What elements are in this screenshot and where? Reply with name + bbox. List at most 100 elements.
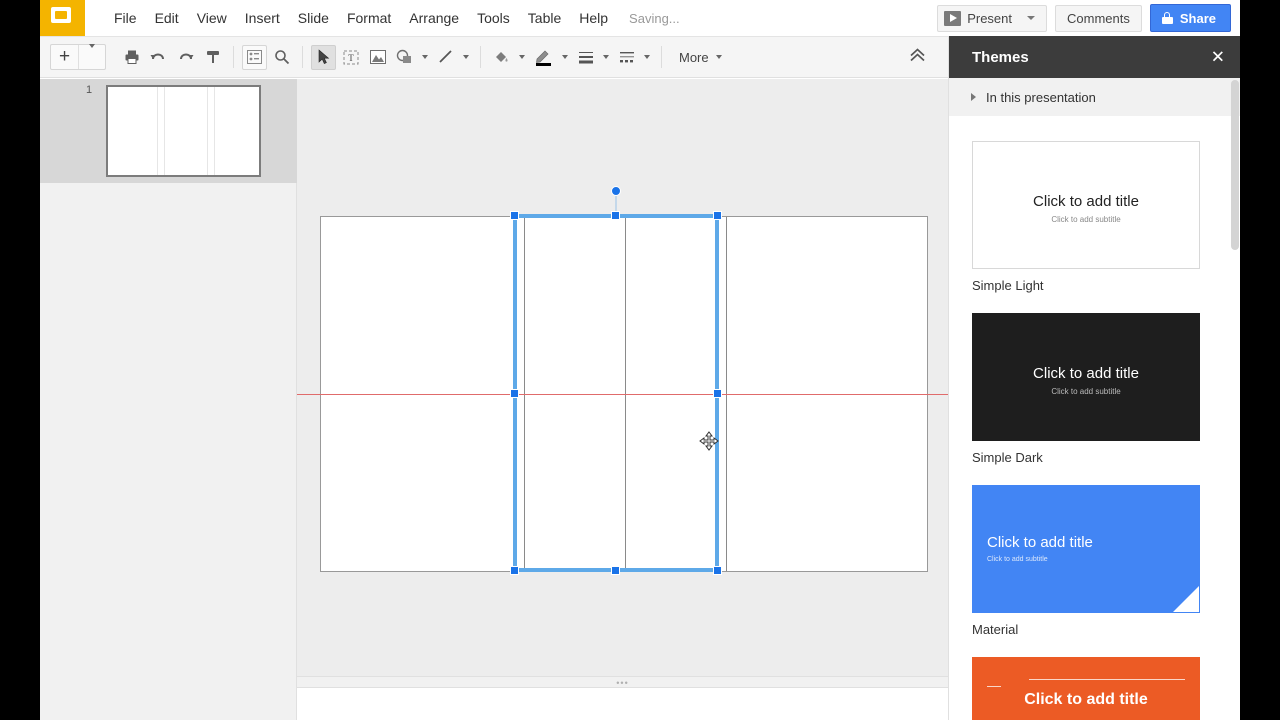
filmstrip-slide-1[interactable]: 1: [40, 79, 297, 183]
theme-title-placeholder: Click to add title: [973, 691, 1199, 709]
menu-file[interactable]: File: [105, 6, 146, 30]
themes-panel-scrollbar[interactable]: [1231, 80, 1239, 250]
text-box-button[interactable]: T: [338, 45, 363, 70]
selected-shape[interactable]: [513, 214, 719, 572]
insert-image-button[interactable]: [365, 45, 390, 70]
toolbar-separator: [661, 46, 662, 68]
more-button[interactable]: More: [679, 50, 709, 65]
theme-subtitle-placeholder: Click to add subtitle: [987, 556, 1048, 563]
zoom-button[interactable]: [269, 45, 294, 70]
resize-handle-bottom-left[interactable]: [510, 566, 519, 575]
menu-tools[interactable]: Tools: [468, 6, 519, 30]
pencil-icon: [534, 48, 554, 66]
present-label: Present: [967, 11, 1012, 26]
line-icon: [438, 49, 454, 65]
redo-button[interactable]: [173, 45, 198, 70]
line-color-button[interactable]: [530, 45, 557, 70]
shape-icon: [396, 49, 413, 65]
menu-slide[interactable]: Slide: [289, 6, 338, 30]
themes-list[interactable]: Click to add title Click to add subtitle…: [949, 116, 1240, 720]
menu-view[interactable]: View: [188, 6, 236, 30]
theme-preview[interactable]: Click to add title Click to add subtitle: [972, 313, 1200, 441]
fill-color-button[interactable]: [489, 45, 514, 70]
slide-canvas[interactable]: [297, 79, 948, 676]
theme-item-simple-light[interactable]: Click to add title Click to add subtitle…: [972, 141, 1200, 293]
line-dash-button[interactable]: [614, 45, 639, 70]
theme-preview[interactable]: Click to add title Click to add subtitle: [972, 141, 1200, 269]
shape-button[interactable]: [392, 45, 417, 70]
resize-handle-bottom-center[interactable]: [611, 566, 620, 575]
theme-name: Simple Dark: [972, 450, 1200, 465]
line-weight-button[interactable]: [573, 45, 598, 70]
themes-panel: Themes ✕ In this presentation Click to a…: [948, 36, 1240, 720]
menu-edit[interactable]: Edit: [146, 6, 188, 30]
themes-section-in-this-presentation[interactable]: In this presentation: [949, 78, 1240, 116]
undo-button[interactable]: [146, 45, 171, 70]
resize-handle-top-left[interactable]: [510, 211, 519, 220]
view-tools-group: [241, 37, 295, 77]
present-button[interactable]: Present: [937, 5, 1047, 32]
fill-color-caret-icon[interactable]: [519, 55, 525, 59]
line-dash-caret-icon[interactable]: [644, 55, 650, 59]
line-color-caret-icon[interactable]: [562, 55, 568, 59]
text-box-icon: T: [343, 50, 359, 65]
chevron-down-icon[interactable]: [1027, 16, 1035, 20]
screen: File Edit View Insert Slide Format Arran…: [0, 0, 1280, 720]
save-status: Saving...: [629, 11, 680, 26]
line-caret-icon[interactable]: [463, 55, 469, 59]
line-dash-icon: [619, 50, 635, 64]
collapse-toolbar-button[interactable]: [909, 48, 926, 67]
svg-text:T: T: [348, 53, 354, 63]
theme-item-simple-dark[interactable]: Click to add title Click to add subtitle…: [972, 313, 1200, 465]
magnifier-icon: [274, 49, 290, 65]
share-button[interactable]: Share: [1150, 4, 1231, 32]
menu-insert[interactable]: Insert: [236, 6, 289, 30]
printer-icon: [124, 49, 140, 65]
google-slides-logo[interactable]: [40, 0, 85, 36]
menu-table[interactable]: Table: [519, 6, 570, 30]
undo-arrow-icon: [150, 49, 167, 65]
notes-splitter[interactable]: •••: [297, 676, 948, 688]
menu-format[interactable]: Format: [338, 6, 400, 30]
theme-preview[interactable]: Click to add title Click to add subtitle: [972, 485, 1200, 613]
toolbar-separator: [233, 46, 234, 68]
insert-tools-group: T: [310, 37, 473, 77]
slides-logo-glyph: [49, 4, 75, 30]
rotation-handle[interactable]: [611, 186, 621, 196]
resize-handle-top-center[interactable]: [611, 211, 620, 220]
slide-filmstrip[interactable]: 1: [40, 79, 297, 720]
menu-bar: File Edit View Insert Slide Format Arran…: [40, 0, 1240, 36]
plus-icon[interactable]: +: [51, 45, 78, 69]
chevron-down-icon: [89, 44, 95, 65]
resize-handle-top-right[interactable]: [713, 211, 722, 220]
slide-number: 1: [86, 84, 92, 96]
layout-button[interactable]: [242, 45, 267, 70]
paint-format-button[interactable]: [200, 45, 225, 70]
themes-panel-header: Themes ✕: [949, 36, 1240, 78]
theme-item-orange[interactable]: Click to add title: [972, 657, 1200, 720]
theme-title-placeholder: Click to add title: [973, 365, 1199, 382]
theme-item-material[interactable]: Click to add title Click to add subtitle…: [972, 485, 1200, 637]
speaker-notes-area[interactable]: [297, 688, 948, 720]
line-weight-caret-icon[interactable]: [603, 55, 609, 59]
menu-help[interactable]: Help: [570, 6, 617, 30]
lock-icon: [1162, 12, 1173, 24]
move-four-arrow-cursor: [699, 431, 719, 456]
slide-thumbnail[interactable]: [106, 85, 261, 177]
new-slide-control[interactable]: +: [50, 44, 106, 70]
print-button[interactable]: [119, 45, 144, 70]
line-button[interactable]: [433, 45, 458, 70]
shape-caret-icon[interactable]: [422, 55, 428, 59]
theme-preview[interactable]: Click to add title: [972, 657, 1200, 720]
more-caret-icon[interactable]: [716, 55, 722, 59]
resize-handle-bottom-right[interactable]: [713, 566, 722, 575]
resize-handle-middle-left[interactable]: [510, 389, 519, 398]
comments-button[interactable]: Comments: [1055, 5, 1142, 32]
close-icon[interactable]: ✕: [1211, 49, 1225, 66]
resize-handle-middle-right[interactable]: [713, 389, 722, 398]
theme-title-placeholder: Click to add title: [973, 193, 1199, 210]
paint-roller-icon: [205, 49, 221, 65]
new-slide-caret[interactable]: [79, 48, 105, 66]
menu-arrange[interactable]: Arrange: [400, 6, 468, 30]
select-tool-button[interactable]: [311, 45, 336, 70]
